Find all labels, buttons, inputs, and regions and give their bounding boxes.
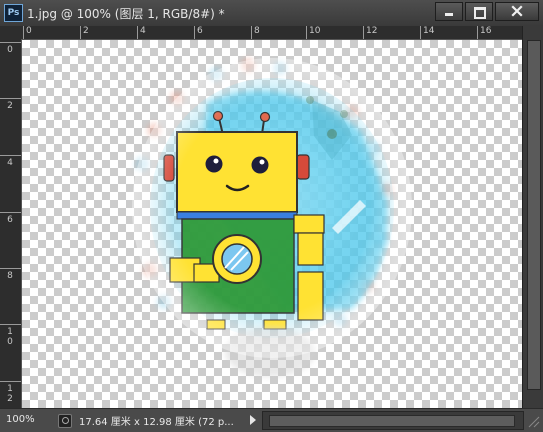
vertical-scrollbar[interactable] <box>522 26 543 408</box>
horizontal-scrollbar[interactable] <box>262 411 524 430</box>
horizontal-scroll-thumb[interactable] <box>269 415 515 427</box>
ruler-origin[interactable] <box>0 26 22 40</box>
ruler-label: 10 <box>305 26 321 39</box>
ruler-label: 8 <box>251 26 260 39</box>
ruler-label: 2 <box>80 26 89 39</box>
zoom-level-field[interactable]: 100% <box>3 412 54 427</box>
ruler-label: 6 <box>194 26 203 39</box>
maximize-button[interactable] <box>465 2 493 21</box>
minimize-icon <box>445 13 453 16</box>
document-size-info: 17.64 厘米 x 12.98 厘米 (72 p... <box>79 417 234 428</box>
ruler-label: 12 <box>0 381 21 404</box>
status-bar: 100% 17.64 厘米 x 12.98 厘米 (72 p... <box>0 408 543 432</box>
robot-artwork[interactable] <box>22 40 522 408</box>
ruler-label: 12 <box>362 26 378 39</box>
ruler-label: 10 <box>0 324 21 347</box>
maximize-icon <box>474 7 486 19</box>
chevron-right-icon[interactable] <box>250 415 256 425</box>
ruler-label: 6 <box>0 212 21 225</box>
window-controls <box>435 2 539 21</box>
ruler-label: 2 <box>0 98 21 111</box>
document-info-icon[interactable] <box>58 414 72 428</box>
ruler-label: 0 <box>0 42 21 55</box>
ruler-label: 8 <box>0 268 21 281</box>
ruler-label: 4 <box>0 155 21 168</box>
resize-grip-icon[interactable] <box>523 411 541 429</box>
close-button[interactable] <box>495 2 539 21</box>
ruler-label: 14 <box>419 26 435 39</box>
ruler-label: 0 <box>23 26 32 39</box>
vertical-ruler[interactable]: 0 2 4 6 8 10 12 <box>0 39 22 408</box>
horizontal-ruler[interactable]: 0 2 4 6 8 10 12 14 16 <box>21 26 522 40</box>
ruler-label: 16 <box>476 26 492 39</box>
vertical-scroll-thumb[interactable] <box>527 40 541 390</box>
document-canvas-area[interactable] <box>22 40 522 408</box>
document-title: 1.jpg @ 100% (图层 1, RGB/8#) * <box>27 7 225 21</box>
photoshop-icon: Ps <box>4 4 23 22</box>
ruler-label: 4 <box>137 26 146 39</box>
minimize-button[interactable] <box>435 2 463 21</box>
document-title-bar[interactable]: Ps 1.jpg @ 100% (图层 1, RGB/8#) * <box>0 0 543 27</box>
close-icon <box>511 5 523 17</box>
